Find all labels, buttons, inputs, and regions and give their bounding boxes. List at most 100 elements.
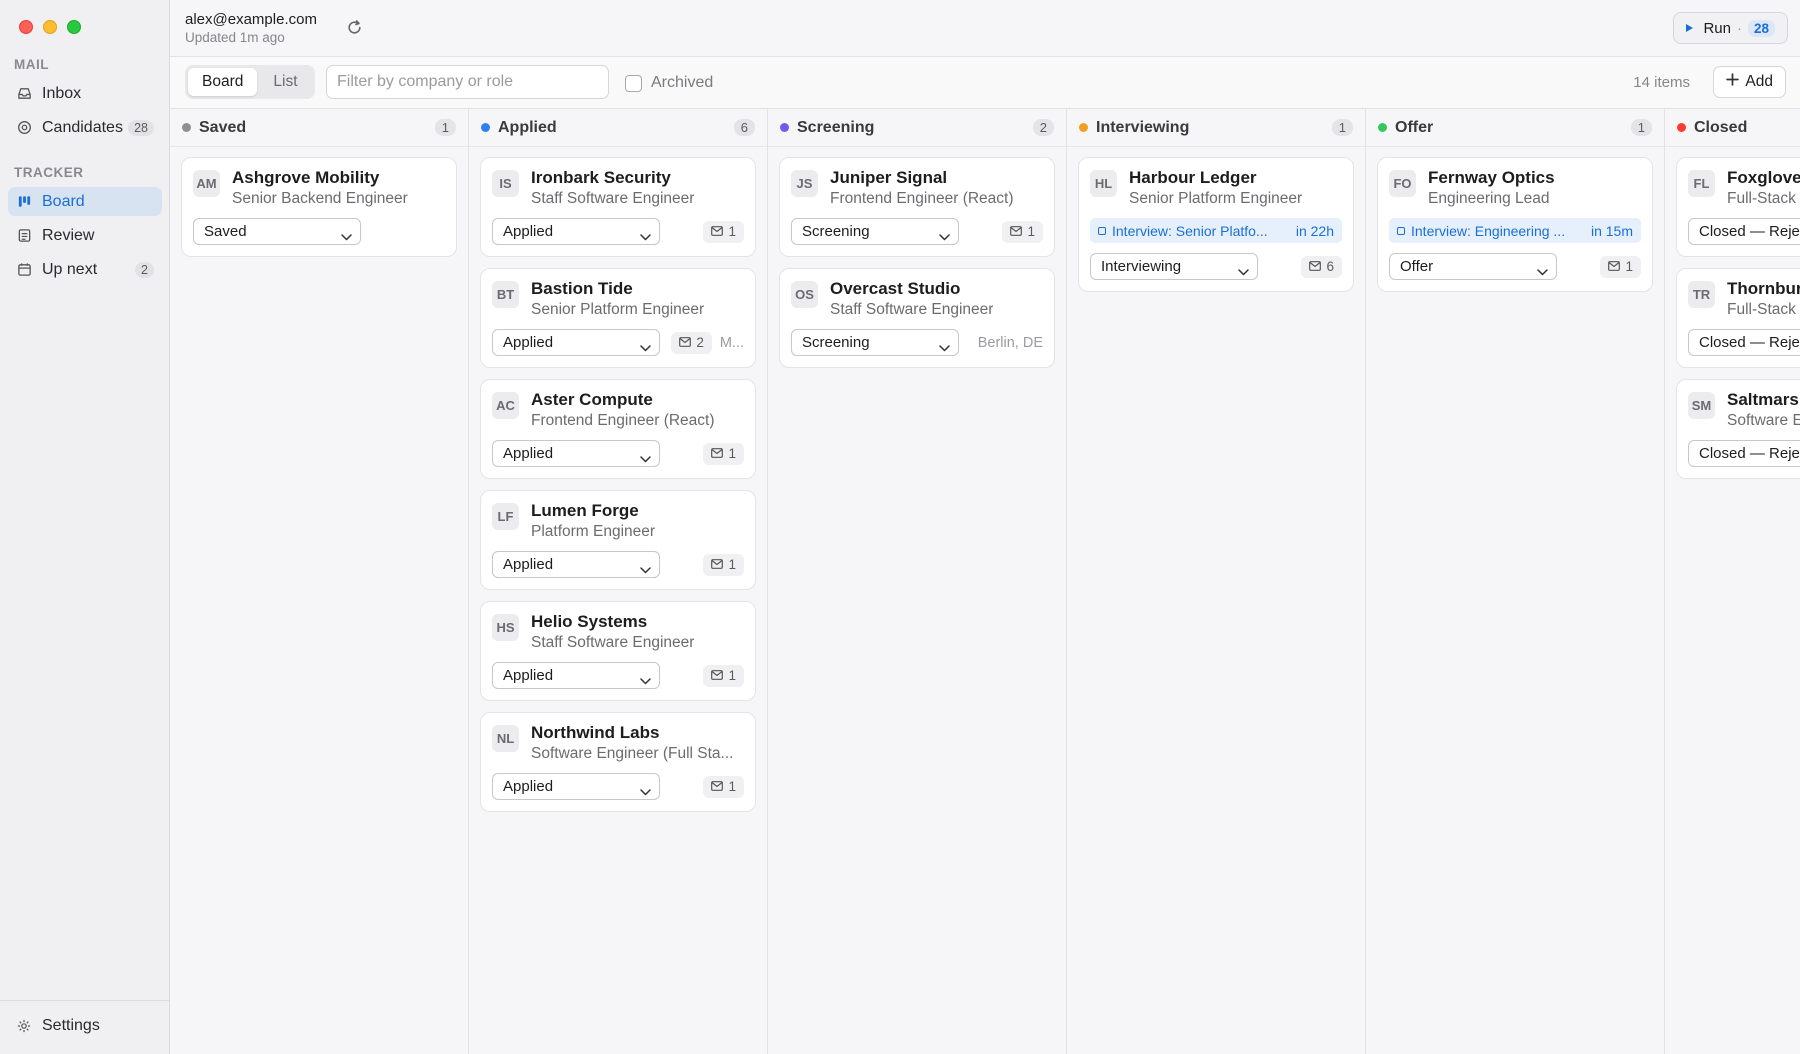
sidebar-item-up-next[interactable]: Up next 2 xyxy=(8,255,162,284)
mail-count: 1 xyxy=(728,779,736,794)
archived-label: Archived xyxy=(651,74,714,91)
status-select[interactable]: Applied xyxy=(492,218,660,245)
application-card[interactable]: BT Bastion Tide Senior Platform Engineer Ap… xyxy=(480,268,756,368)
mail-count-badge[interactable]: 1 xyxy=(703,664,744,687)
company-avatar: HL xyxy=(1090,170,1117,197)
mail-icon xyxy=(1608,259,1621,274)
mail-count-badge[interactable]: 1 xyxy=(703,775,744,798)
zoom-window-button[interactable] xyxy=(67,20,81,34)
status-select[interactable]: Applied xyxy=(492,662,660,689)
sidebar-item-label: Review xyxy=(42,226,95,244)
mail-count-badge[interactable]: 2 xyxy=(671,331,712,354)
status-select[interactable]: Applied xyxy=(492,773,660,800)
filter-input[interactable] xyxy=(326,65,609,99)
up-next-count-badge: 2 xyxy=(135,261,154,278)
card-info: Harbour Ledger Senior Platform Engineer xyxy=(1129,168,1302,208)
archived-checkbox[interactable] xyxy=(625,74,642,92)
archived-toggle[interactable]: Archived xyxy=(625,74,713,92)
sidebar-item-inbox[interactable]: Inbox xyxy=(8,79,162,108)
application-card[interactable]: IS Ironbark Security Staff Software Engine… xyxy=(480,157,756,257)
sidebar-item-review[interactable]: Review xyxy=(8,221,162,250)
mail-count-badge[interactable]: 1 xyxy=(1600,255,1641,278)
card-list: FO Fernway Optics Engineering Lead Intervie… xyxy=(1366,147,1664,302)
status-select[interactable]: Interviewing xyxy=(1090,253,1258,280)
mail-count-badge[interactable]: 1 xyxy=(703,553,744,576)
card-footer: Applied 1 xyxy=(492,440,744,467)
close-window-button[interactable] xyxy=(19,20,33,34)
top-bar: alex@example.com Updated 1m ago Run · 28 xyxy=(170,0,1800,57)
status-select[interactable]: Closed — Rejec xyxy=(1688,440,1800,467)
company-name: Foxglove xyxy=(1727,168,1800,187)
add-button[interactable]: Add xyxy=(1713,66,1786,98)
card-list: HL Harbour Ledger Senior Platform Engineer… xyxy=(1067,147,1365,302)
application-card[interactable]: SM Saltmarsh Software E Closed — Rejec xyxy=(1676,379,1800,479)
mail-count-badge[interactable]: 1 xyxy=(1002,220,1043,243)
interview-event-chip[interactable]: Interview: Engineering ... in 15m xyxy=(1389,218,1641,243)
settings-button[interactable]: Settings xyxy=(8,1011,162,1040)
application-card[interactable]: OS Overcast Studio Staff Software Engineer… xyxy=(779,268,1055,368)
card-header: HL Harbour Ledger Senior Platform Engineer xyxy=(1090,168,1342,208)
card-info: Lumen Forge Platform Engineer xyxy=(531,501,655,541)
interview-event-chip[interactable]: Interview: Senior Platfo... in 22h xyxy=(1090,218,1342,243)
application-card[interactable]: HL Harbour Ledger Senior Platform Engineer… xyxy=(1078,157,1354,292)
sidebar-item-board[interactable]: Board xyxy=(8,187,162,216)
status-select[interactable]: Applied xyxy=(492,551,660,578)
application-card[interactable]: NL Northwind Labs Software Engineer (Full … xyxy=(480,712,756,812)
column-header: Applied 6 xyxy=(469,109,767,147)
role-title: Senior Platform Engineer xyxy=(531,301,705,318)
chevron-down-icon xyxy=(1537,263,1548,279)
chevron-down-icon xyxy=(341,228,352,244)
minimize-window-button[interactable] xyxy=(43,20,57,34)
company-name: Thornbur xyxy=(1727,279,1800,298)
company-name: Ashgrove Mobility xyxy=(232,168,380,187)
mail-count-badge[interactable]: 6 xyxy=(1301,255,1342,278)
status-select[interactable]: Closed — Rejec xyxy=(1688,218,1800,245)
card-info: Juniper Signal Frontend Engineer (React) xyxy=(830,168,1014,208)
sidebar-section-mail: MAIL xyxy=(14,57,49,72)
card-list: JS Juniper Signal Frontend Engineer (React… xyxy=(768,147,1066,378)
tab-list-view[interactable]: List xyxy=(259,68,311,96)
card-list: FL Foxglove Full-Stack Closed — Rejec TR Thor… xyxy=(1665,147,1800,489)
application-card[interactable]: JS Juniper Signal Frontend Engineer (React… xyxy=(779,157,1055,257)
mail-count: 1 xyxy=(728,224,736,239)
run-button[interactable]: Run · 28 xyxy=(1673,12,1788,44)
updated-status: Updated 1m ago xyxy=(185,30,285,45)
role-title: Engineering Lead xyxy=(1428,190,1550,207)
status-select[interactable]: Screening xyxy=(791,218,959,245)
mail-count: 6 xyxy=(1326,259,1334,274)
application-card[interactable]: HS Helio Systems Staff Software Engineer Ap… xyxy=(480,601,756,701)
mail-count-badge[interactable]: 1 xyxy=(703,442,744,465)
column-saved: Saved 1 AM Ashgrove Mobility Senior Backend … xyxy=(170,109,469,1054)
application-card[interactable]: AC Aster Compute Frontend Engineer (React)… xyxy=(480,379,756,479)
card-info: Helio Systems Staff Software Engineer xyxy=(531,612,694,652)
column-count-badge: 6 xyxy=(733,119,755,136)
status-select[interactable]: Applied xyxy=(492,440,660,467)
status-select[interactable]: Offer xyxy=(1389,253,1557,280)
location-text: Berlin, DE xyxy=(977,334,1043,351)
company-name: Lumen Forge xyxy=(531,501,639,520)
board-icon xyxy=(16,194,32,210)
application-card[interactable]: FO Fernway Optics Engineering Lead Intervie… xyxy=(1377,157,1653,292)
role-title: Staff Software Engineer xyxy=(830,301,994,318)
refresh-icon[interactable] xyxy=(346,19,363,36)
application-card[interactable]: FL Foxglove Full-Stack Closed — Rejec xyxy=(1676,157,1800,257)
inbox-icon xyxy=(16,86,32,102)
card-list: IS Ironbark Security Staff Software Engine… xyxy=(469,147,767,822)
sidebar-item-candidates[interactable]: Candidates 28 xyxy=(8,113,162,142)
application-card[interactable]: LF Lumen Forge Platform Engineer Applied 1 xyxy=(480,490,756,590)
mail-count-badge[interactable]: 1 xyxy=(703,220,744,243)
status-select[interactable]: Closed — Rejec xyxy=(1688,329,1800,356)
application-card[interactable]: TR Thornbur Full-Stack Closed — Rejec xyxy=(1676,268,1800,368)
mail-count: 1 xyxy=(728,668,736,683)
status-select[interactable]: Applied xyxy=(492,329,660,356)
status-select[interactable]: Screening xyxy=(791,329,959,356)
card-footer: Applied 1 xyxy=(492,773,744,800)
chevron-down-icon xyxy=(640,783,651,799)
status-select-value: Applied xyxy=(503,778,554,795)
card-footer: Interviewing 6 xyxy=(1090,253,1342,280)
tab-board-view[interactable]: Board xyxy=(188,68,258,96)
role-title: Software E xyxy=(1727,412,1800,429)
application-card[interactable]: AM Ashgrove Mobility Senior Backend Engine… xyxy=(181,157,457,257)
status-select[interactable]: Saved xyxy=(193,218,361,245)
company-name: Aster Compute xyxy=(531,390,653,409)
